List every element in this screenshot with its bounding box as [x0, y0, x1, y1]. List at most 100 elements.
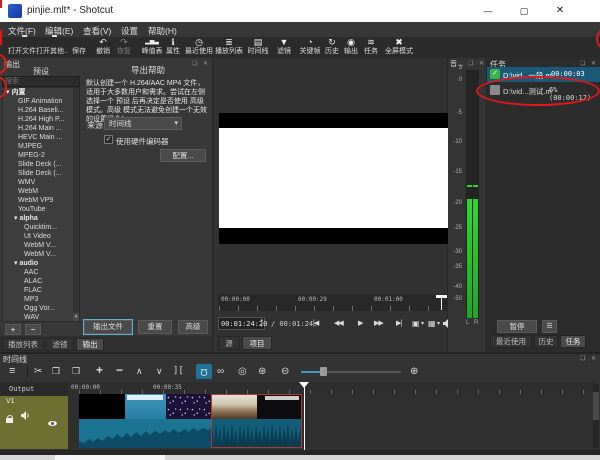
- ripple-icon[interactable]: ◎: [238, 366, 247, 377]
- preset-item[interactable]: WebM V...: [24, 250, 96, 259]
- mute-speaker-icon[interactable]: [21, 411, 30, 420]
- source-dropdown[interactable]: 时间线 ▾: [104, 117, 182, 130]
- close-button[interactable]: ✕: [542, 0, 578, 22]
- advanced-button[interactable]: 高级: [178, 320, 208, 334]
- preset-item[interactable]: H.264 Main ...: [18, 124, 90, 133]
- video-preview[interactable]: [219, 113, 451, 244]
- timeline-clip-1[interactable]: [79, 394, 212, 448]
- preset-item[interactable]: Ogg Vor...: [24, 304, 96, 313]
- preset-add-button[interactable]: +: [5, 324, 21, 335]
- jobs-dock-icons[interactable]: ❏ ✕: [580, 60, 598, 67]
- pause-button[interactable]: 暂停: [497, 320, 537, 333]
- shotcut-window: pinjie.mlt* - Shotcut — ▢ ✕ 文件(F) 编辑(E) …: [0, 0, 600, 460]
- desktop-strip-highlight: [55, 455, 165, 460]
- preset-group-builtin[interactable]: ▾ 内置: [6, 88, 78, 97]
- preset-item[interactable]: ALAC: [24, 277, 96, 286]
- tab-recent[interactable]: 最近使用: [490, 335, 532, 348]
- player-scrubber[interactable]: 00:00:00 00:00:29 00:01:00: [218, 294, 448, 311]
- zoom-in-icon[interactable]: ⊕: [410, 366, 418, 377]
- preset-item[interactable]: MP3: [24, 295, 96, 304]
- timecode-spinbox[interactable]: 00:01:24:20 ▴ ▾: [218, 317, 267, 330]
- ripple-all-tracks-icon[interactable]: ⊛: [258, 366, 266, 377]
- toolbar-fullscreen[interactable]: ✖ 全屏模式: [377, 37, 421, 58]
- tab-project[interactable]: 项目: [242, 336, 272, 350]
- preset-item[interactable]: H.264 High P...: [18, 115, 90, 124]
- tab-export[interactable]: 输出: [76, 338, 104, 351]
- rewind-icon[interactable]: ◀◀: [334, 318, 344, 329]
- preset-item[interactable]: FLAC: [24, 286, 96, 295]
- preset-item[interactable]: Slide Deck (...: [18, 169, 90, 178]
- preset-item[interactable]: WebM: [18, 187, 90, 196]
- preset-item[interactable]: WebM VP9: [18, 196, 90, 205]
- grid-caret-icon[interactable]: ▾: [437, 319, 440, 330]
- timeline-scrollbar-thumb[interactable]: [593, 392, 599, 420]
- lift-icon[interactable]: ∧: [136, 366, 143, 377]
- hw-encoder-checkbox[interactable]: ✓: [104, 135, 113, 144]
- preset-scrollbar[interactable]: [73, 88, 79, 313]
- preset-item[interactable]: MJPEG: [18, 142, 90, 151]
- preset-item[interactable]: AAC: [24, 268, 96, 277]
- timeline-ruler-label-1: 00:00:35: [153, 384, 182, 391]
- tab-filters[interactable]: 滤镜: [46, 338, 74, 351]
- skip-to-end-icon[interactable]: ▶|: [396, 318, 402, 329]
- snap-magnet-icon[interactable]: Ω: [196, 364, 212, 379]
- zoom-slider-track[interactable]: [301, 367, 401, 376]
- menu-help[interactable]: 帮助(H): [148, 25, 177, 37]
- zoom-slider-handle[interactable]: [320, 367, 327, 376]
- paste-icon[interactable]: ❒: [72, 366, 80, 377]
- cut-icon[interactable]: ✂: [34, 366, 42, 377]
- zoom-fit-icon[interactable]: ▣: [412, 318, 420, 329]
- hw-encoder-label: 使用硬件编码器: [116, 137, 169, 146]
- scrub-drag-icon[interactable]: ∞: [217, 366, 224, 377]
- preset-item[interactable]: WMV: [18, 178, 90, 187]
- jobs-menu-button[interactable]: ☰: [542, 320, 557, 333]
- peak-meter-dock-icons[interactable]: ❏ ✕: [468, 60, 486, 67]
- output-track-header[interactable]: Output: [0, 382, 68, 396]
- append-icon[interactable]: +: [96, 364, 103, 376]
- zoom-out-icon[interactable]: ⊖: [281, 366, 289, 377]
- tab-playlist[interactable]: 播放列表: [2, 338, 44, 351]
- preset-item[interactable]: HEVC Main ...: [18, 133, 90, 142]
- grid-icon[interactable]: ▦: [428, 318, 436, 329]
- reset-button[interactable]: 重置: [138, 320, 172, 334]
- hide-eye-icon[interactable]: [48, 421, 58, 426]
- meter-tick: -50: [453, 296, 462, 302]
- preset-item[interactable]: Ut Video: [24, 232, 96, 241]
- preset-item[interactable]: WebM V...: [24, 241, 96, 250]
- timeline-clip-2-selected[interactable]: [211, 394, 302, 448]
- preset-item[interactable]: GIF Animation: [18, 97, 90, 106]
- v1-track-header[interactable]: V1: [0, 396, 68, 449]
- scroll-down-arrow-icon[interactable]: ▾: [73, 313, 79, 321]
- tab-jobs[interactable]: 任务: [560, 335, 586, 348]
- ripple-delete-icon[interactable]: −: [116, 364, 123, 376]
- timeline-dock-icons[interactable]: ❏ ✕: [580, 355, 598, 362]
- overwrite-icon[interactable]: ∨: [156, 366, 163, 377]
- copy-icon[interactable]: ❐: [52, 366, 60, 377]
- lock-icon[interactable]: [6, 415, 13, 423]
- preset-item[interactable]: Slide Deck (...: [18, 160, 90, 169]
- menu-edit[interactable]: 编辑(E): [45, 25, 73, 37]
- preset-item[interactable]: YouTube: [18, 205, 90, 214]
- preset-remove-button[interactable]: −: [25, 324, 41, 335]
- spinner-down-icon[interactable]: ▾: [260, 323, 263, 329]
- preset-item[interactable]: Quicktim...: [24, 223, 96, 232]
- split-icon[interactable]: ][: [173, 366, 184, 377]
- preset-item[interactable]: MPEG-2: [18, 151, 90, 160]
- tab-history[interactable]: 历史: [534, 335, 558, 348]
- tab-source[interactable]: 源: [218, 336, 240, 350]
- zoom-fit-caret-icon[interactable]: ▾: [421, 319, 424, 330]
- timeline-menu-icon[interactable]: ≡: [9, 366, 15, 377]
- scrubber-label-2: 00:01:00: [374, 296, 403, 303]
- timeline-scrollbar[interactable]: [593, 384, 599, 448]
- menu-view[interactable]: 查看(V): [83, 25, 111, 37]
- configure-button[interactable]: 配置...: [160, 149, 206, 162]
- skip-to-start-icon[interactable]: |◀: [313, 318, 319, 329]
- play-icon[interactable]: ▶: [358, 318, 363, 329]
- maximize-button[interactable]: ▢: [506, 0, 542, 22]
- minimize-button[interactable]: —: [470, 0, 506, 22]
- preset-item[interactable]: H.264 Baseli...: [18, 106, 90, 115]
- export-file-button[interactable]: 输出文件: [83, 319, 133, 335]
- preset-search-input[interactable]: [2, 76, 80, 87]
- fast-forward-icon[interactable]: ▶▶: [374, 318, 384, 329]
- menu-settings[interactable]: 设置: [121, 25, 138, 37]
